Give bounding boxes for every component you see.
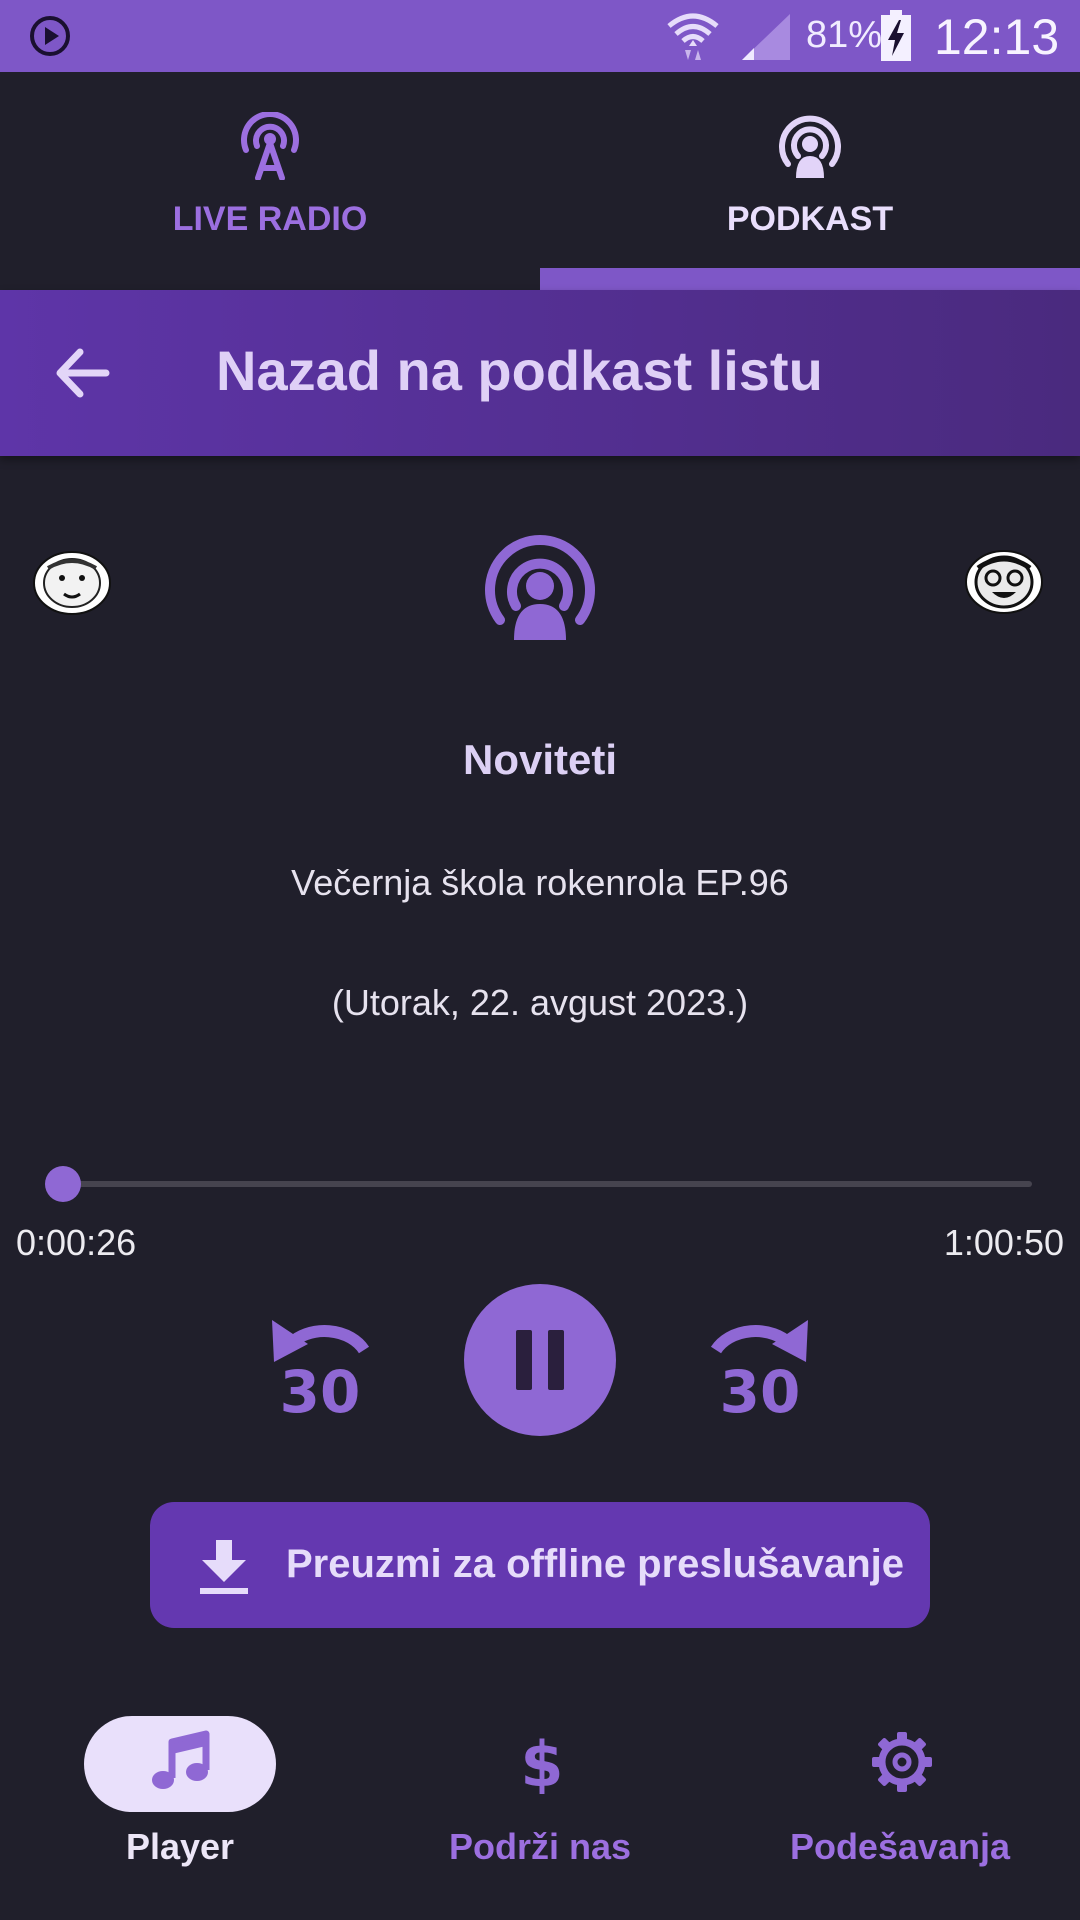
tab-live-radio-label: LIVE RADIO bbox=[172, 200, 368, 238]
nav-item-settings[interactable]: Podešavanja bbox=[720, 1690, 1080, 1920]
svg-text:$: $ bbox=[520, 1730, 563, 1794]
seek-track bbox=[56, 1181, 1032, 1187]
total-time: 1:00:50 bbox=[943, 1222, 1064, 1263]
rewind-30-button[interactable]: 30 bbox=[268, 1310, 374, 1416]
bottom-navigation: Player $ Podrži nas Podešavanja bbox=[0, 1690, 1080, 1920]
pause-icon bbox=[516, 1330, 564, 1390]
page-title[interactable]: Nazad na podkast listu bbox=[216, 338, 823, 403]
seek-thumb[interactable] bbox=[44, 1166, 81, 1202]
download-icon bbox=[200, 1540, 248, 1594]
nav-settings-label: Podešavanja bbox=[789, 1826, 1011, 1867]
download-offline-button[interactable]: Preuzmi za offline preslušavanje bbox=[150, 1502, 930, 1628]
download-offline-label: Preuzmi za offline preslušavanje bbox=[286, 1542, 904, 1586]
nav-support-label: Podrži nas bbox=[448, 1826, 632, 1867]
screen: 81% 12:13 LIVE RADIO PODKAST Nazad na po… bbox=[0, 0, 1080, 1920]
rewind-seconds-label: 30 bbox=[280, 1358, 361, 1416]
seek-bar[interactable] bbox=[38, 1166, 1034, 1202]
tab-podkast[interactable]: PODKAST bbox=[540, 72, 1080, 290]
tab-podkast-label: PODKAST bbox=[726, 200, 894, 238]
status-bar: 81% 12:13 bbox=[0, 0, 1080, 72]
podcast-artwork-icon bbox=[485, 535, 595, 640]
elapsed-time: 0:00:26 bbox=[16, 1222, 137, 1263]
clock: 12:13 bbox=[934, 9, 1060, 65]
music-note-icon bbox=[152, 1730, 210, 1789]
battery-charging-icon bbox=[881, 10, 911, 61]
show-title: Noviteti bbox=[462, 736, 617, 783]
episode-date: (Utorak, 22. avgust 2023.) bbox=[331, 982, 749, 1023]
tab-live-radio[interactable]: LIVE RADIO bbox=[0, 72, 540, 290]
podcast-icon bbox=[779, 115, 841, 178]
battery-percent: 81% bbox=[806, 14, 883, 56]
tab-selected-indicator bbox=[540, 268, 1080, 290]
media-play-indicator-icon bbox=[30, 16, 70, 56]
host-avatar-left bbox=[33, 551, 111, 615]
nav-item-player[interactable]: Player bbox=[0, 1690, 360, 1920]
wifi-icon bbox=[667, 13, 719, 60]
nav-item-support[interactable]: $ Podrži nas bbox=[360, 1690, 720, 1920]
gear-icon bbox=[872, 1732, 932, 1792]
nav-player-label: Player bbox=[125, 1826, 235, 1867]
back-header: Nazad na podkast listu bbox=[0, 290, 1080, 456]
radio-tower-icon bbox=[241, 112, 299, 180]
pause-button[interactable] bbox=[464, 1284, 616, 1436]
episode-title: Večernja škola rokenrola EP.96 bbox=[291, 862, 789, 903]
forward-30-button[interactable]: 30 bbox=[706, 1310, 812, 1416]
dollar-icon: $ bbox=[520, 1730, 563, 1794]
forward-seconds-label: 30 bbox=[720, 1358, 801, 1416]
arrow-back-icon[interactable] bbox=[44, 326, 124, 420]
host-avatar-right bbox=[965, 550, 1043, 614]
top-tab-bar: LIVE RADIO PODKAST bbox=[0, 72, 1080, 290]
cell-signal-icon bbox=[742, 14, 790, 60]
